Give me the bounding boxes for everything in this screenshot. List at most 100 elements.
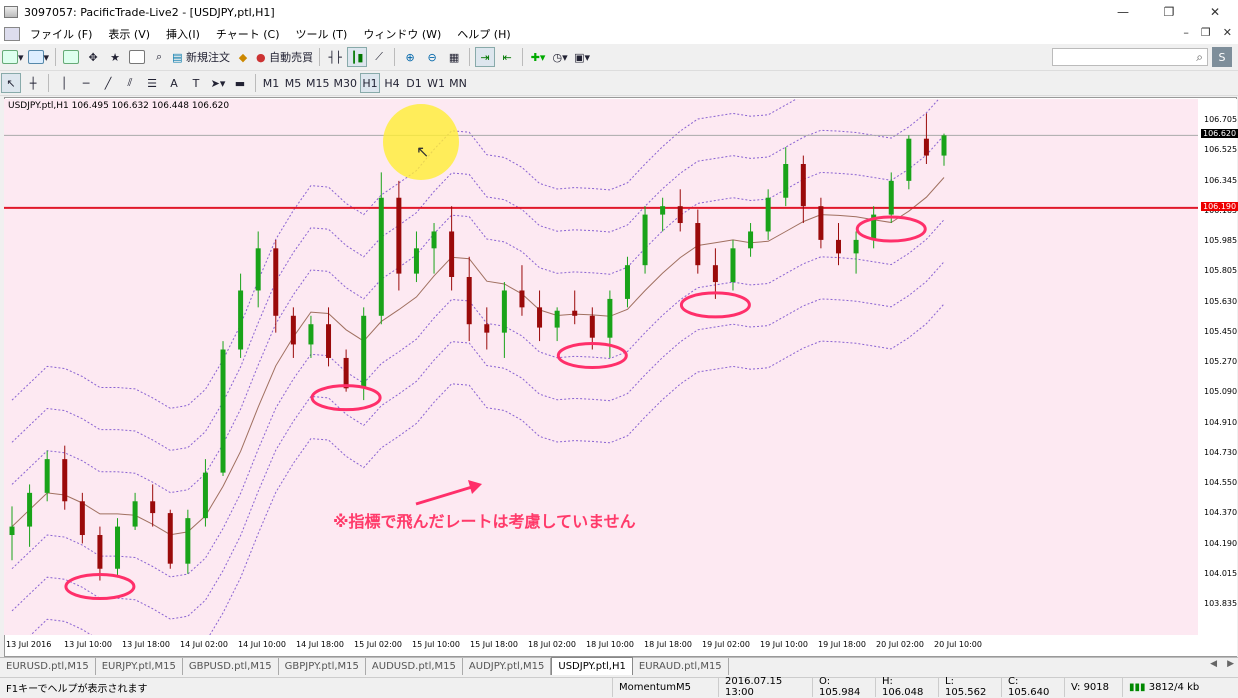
- crosshair-icon[interactable]: ┼: [23, 73, 43, 93]
- menu-chart[interactable]: チャート (C): [208, 26, 288, 42]
- child-restore-icon[interactable]: ❐: [1201, 26, 1211, 39]
- timeframe-h1[interactable]: H1: [360, 73, 380, 93]
- metaeditor-icon[interactable]: ◆: [233, 47, 253, 67]
- navigator-icon[interactable]: ★: [105, 47, 125, 67]
- close-button[interactable]: ✕: [1192, 0, 1238, 24]
- data-window-icon[interactable]: ✥: [83, 47, 103, 67]
- tab-scroll-right-icon[interactable]: ▶: [1227, 659, 1234, 669]
- child-close-icon[interactable]: ✕: [1223, 26, 1232, 39]
- child-minimize-icon[interactable]: –: [1183, 26, 1189, 39]
- trendline-icon[interactable]: ╱: [98, 73, 118, 93]
- tab-gbpjpy[interactable]: GBPJPY.ptl,M15: [279, 658, 366, 675]
- zoom-out-icon[interactable]: ⊖: [422, 47, 442, 67]
- menu-insert[interactable]: 挿入(I): [158, 26, 208, 42]
- search-icon[interactable]: ⌕: [1196, 50, 1203, 65]
- profiles-icon[interactable]: ▾: [27, 47, 51, 67]
- x-tick-label: 19 Jul 10:00: [760, 640, 808, 649]
- candlestick-icon[interactable]: ┃▮: [347, 47, 368, 67]
- terminal-icon[interactable]: [127, 47, 147, 67]
- rectangle-icon[interactable]: ▬: [230, 73, 250, 93]
- candle-body: [9, 526, 15, 536]
- tab-audjpy[interactable]: AUDJPY.ptl,M15: [463, 658, 552, 675]
- market-watch-icon[interactable]: [61, 47, 81, 67]
- y-tick-label: 104.015: [1204, 568, 1238, 578]
- mouse-cursor-icon: ↖: [416, 142, 429, 161]
- y-tick-label: 105.805: [1204, 266, 1238, 276]
- text-label-icon[interactable]: T: [186, 73, 206, 93]
- timeframe-h4[interactable]: H4: [382, 73, 402, 93]
- x-tick-label: 18 Jul 02:00: [528, 640, 576, 649]
- x-tick-label: 19 Jul 18:00: [818, 640, 866, 649]
- line-studies-toolbar: ↖ ┼ │ ─ ╱ ⫽ ☰ A T ➤▾ ▬ M1 M5 M15 M30 H1 …: [0, 71, 1238, 96]
- x-tick-label: 14 Jul 10:00: [238, 640, 286, 649]
- equidistant-channel-icon[interactable]: ⫽: [120, 73, 140, 93]
- menu-help[interactable]: ヘルプ (H): [449, 26, 518, 42]
- timeframe-w1[interactable]: W1: [426, 73, 446, 93]
- x-tick-label: 20 Jul 10:00: [934, 640, 982, 649]
- tab-audusd[interactable]: AUDUSD.ptl,M15: [366, 658, 463, 675]
- timeframe-m1[interactable]: M1: [261, 73, 281, 93]
- timeframe-m5[interactable]: M5: [283, 73, 303, 93]
- maximize-button[interactable]: ❐: [1146, 0, 1192, 24]
- chart-window-icon[interactable]: [4, 27, 20, 41]
- candle-body: [44, 459, 50, 493]
- price-chart[interactable]: ↖: [4, 99, 1198, 635]
- zoom-in-icon[interactable]: ⊕: [400, 47, 420, 67]
- signals-button[interactable]: S: [1212, 47, 1232, 67]
- title-bar: 3097057: PacificTrade-Live2 - [USDJPY,pt…: [0, 0, 1238, 24]
- status-low: L: 105.562: [938, 676, 1001, 698]
- timeframe-m15[interactable]: M15: [305, 73, 331, 93]
- templates-icon[interactable]: ▣▾: [572, 47, 592, 67]
- ma-line: [11, 177, 945, 536]
- text-icon[interactable]: A: [164, 73, 184, 93]
- search-input[interactable]: ⌕: [1052, 48, 1208, 66]
- line-chart-icon[interactable]: ⟋: [369, 47, 389, 67]
- cursor-icon[interactable]: ↖: [1, 73, 21, 93]
- tab-gbpusd[interactable]: GBPUSD.ptl,M15: [183, 658, 279, 675]
- timeframe-d1[interactable]: D1: [404, 73, 424, 93]
- x-tick-label: 18 Jul 10:00: [586, 640, 634, 649]
- strategy-tester-icon[interactable]: ⌕: [149, 47, 169, 67]
- arrows-icon[interactable]: ➤▾: [208, 73, 228, 93]
- y-tick-label: 106.345: [1204, 175, 1238, 185]
- tile-windows-icon[interactable]: ▦: [444, 47, 464, 67]
- annotation-arrow: [415, 485, 473, 506]
- candle-body: [906, 138, 912, 181]
- tab-usdjpy[interactable]: USDJPY.ptl,H1: [551, 657, 633, 675]
- candle-body: [818, 206, 824, 240]
- candle-body: [167, 513, 173, 564]
- periods-icon[interactable]: ◷▾: [550, 47, 570, 67]
- menu-window[interactable]: ウィンドウ (W): [355, 26, 449, 42]
- candle-body: [185, 518, 191, 564]
- auto-trading-button[interactable]: ● 自動売買: [255, 47, 314, 67]
- status-time: 2016.07.15 13:00: [718, 676, 812, 698]
- fibonacci-icon[interactable]: ☰: [142, 73, 162, 93]
- candle-body: [62, 459, 68, 502]
- tab-euraud[interactable]: EURAUD.ptl,M15: [633, 658, 729, 675]
- vertical-line-icon[interactable]: │: [54, 73, 74, 93]
- menu-tools[interactable]: ツール (T): [288, 26, 356, 42]
- bar-chart-icon[interactable]: ┤├: [325, 47, 345, 67]
- indicators-icon[interactable]: ✚▾: [528, 47, 548, 67]
- timeframe-mn[interactable]: MN: [448, 73, 468, 93]
- chart-shift-icon[interactable]: ⇤: [497, 47, 517, 67]
- new-chart-icon[interactable]: ▾: [1, 47, 25, 67]
- new-order-button[interactable]: ▤ 新規注文: [171, 47, 231, 67]
- tab-scroll-left-icon[interactable]: ◀: [1210, 659, 1217, 669]
- candle-body: [484, 324, 490, 333]
- autoscroll-icon[interactable]: ⇥: [475, 47, 496, 67]
- tab-eurjpy[interactable]: EURJPY.ptl,M15: [96, 658, 183, 675]
- menu-file[interactable]: ファイル (F): [22, 26, 100, 42]
- x-tick-label: 18 Jul 18:00: [644, 640, 692, 649]
- candle-body: [220, 349, 226, 473]
- menu-view[interactable]: 表示 (V): [100, 26, 158, 42]
- menu-bar: ファイル (F) 表示 (V) 挿入(I) チャート (C) ツール (T) ウ…: [0, 24, 1238, 44]
- timeframe-m30[interactable]: M30: [333, 73, 359, 93]
- x-tick-label: 14 Jul 02:00: [180, 640, 228, 649]
- x-tick-label: 15 Jul 10:00: [412, 640, 460, 649]
- chart-plot-area[interactable]: ↖: [4, 99, 1198, 635]
- minimize-button[interactable]: —: [1100, 0, 1146, 24]
- horizontal-line-icon[interactable]: ─: [76, 73, 96, 93]
- candle-body: [273, 248, 279, 316]
- tab-eurusd[interactable]: EURUSD.ptl,M15: [0, 658, 96, 675]
